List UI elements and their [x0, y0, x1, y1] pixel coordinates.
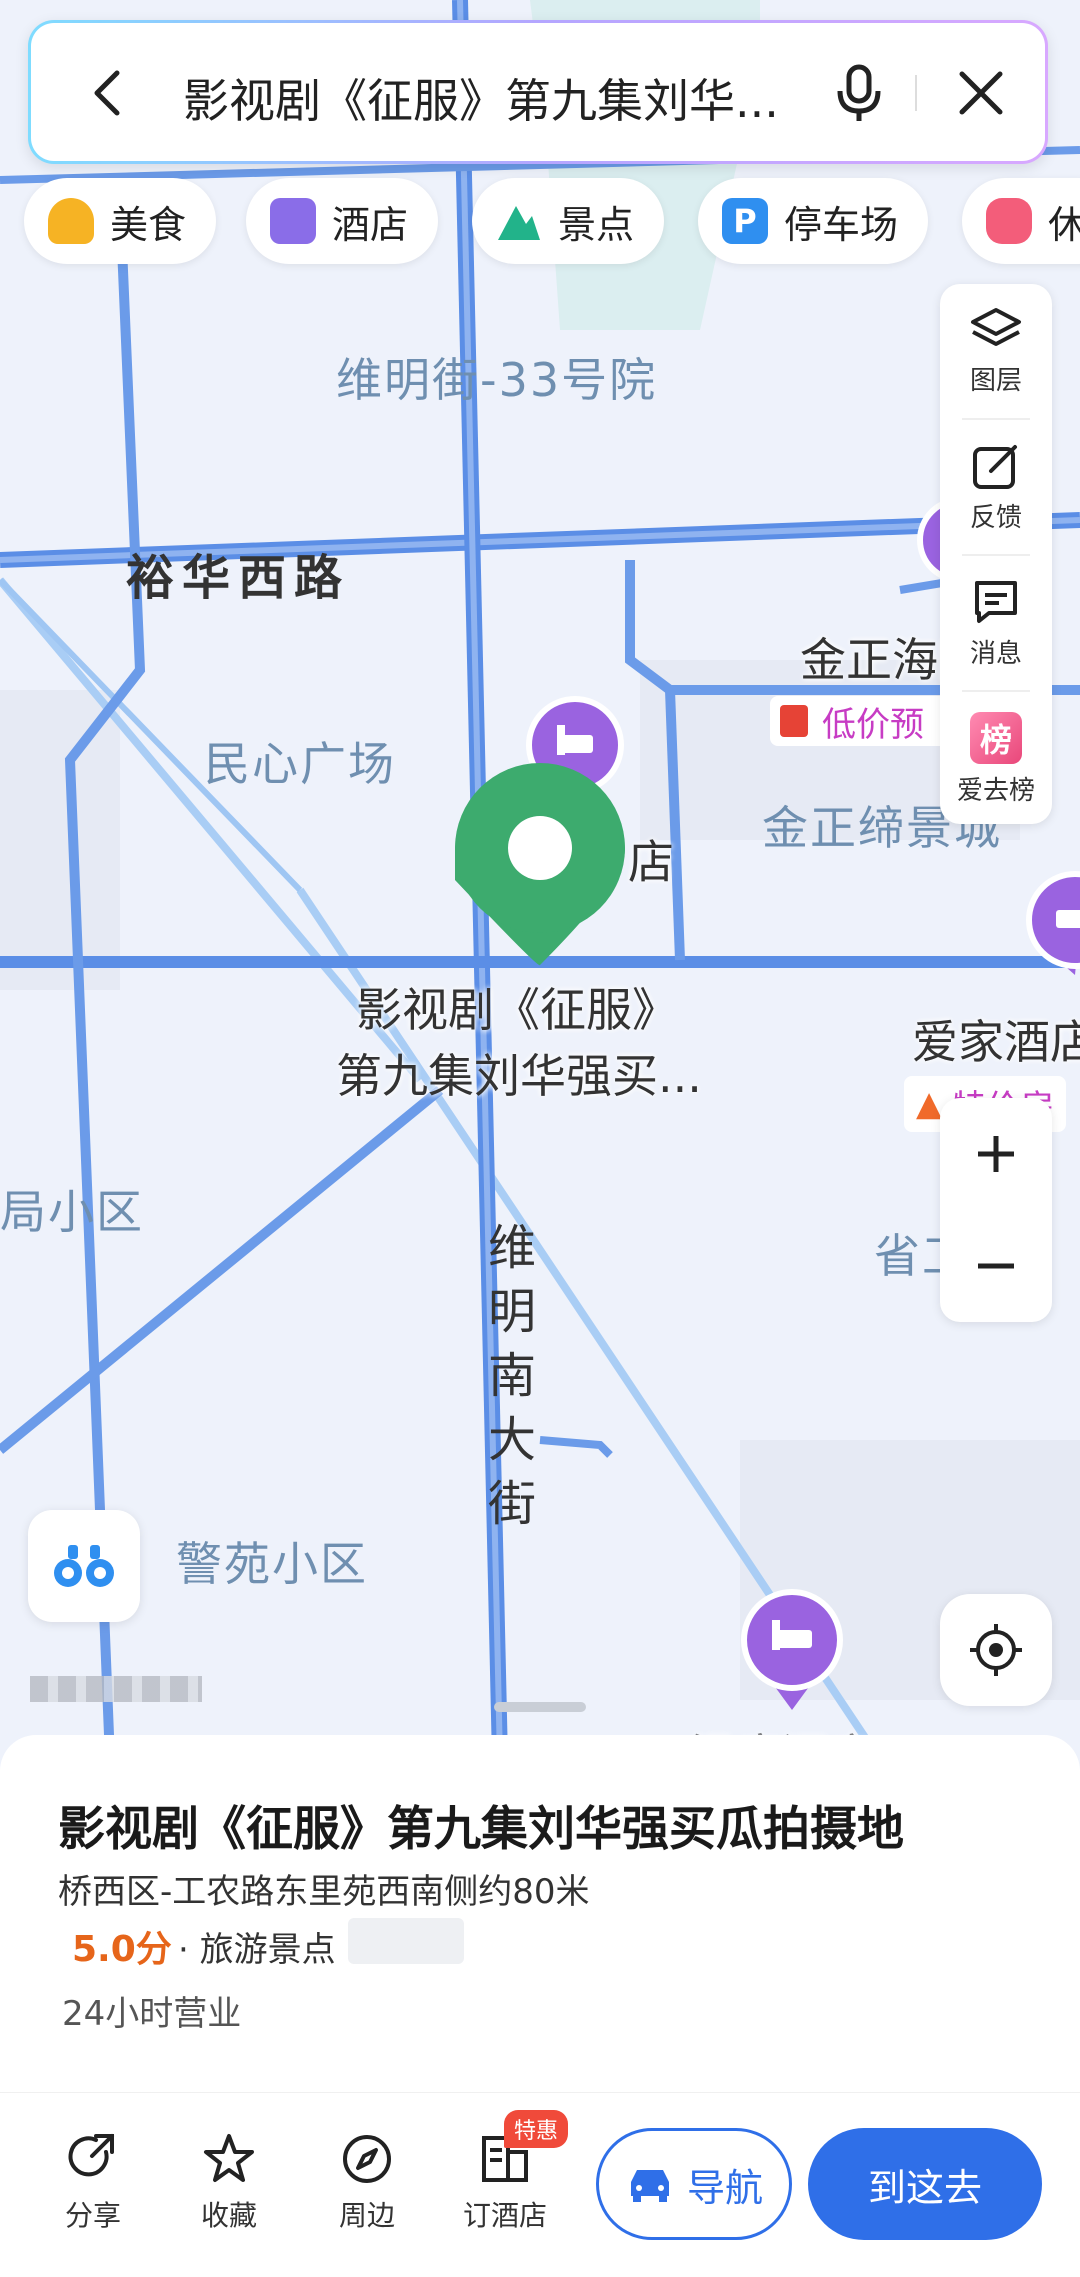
ranking-icon: 榜: [970, 711, 1022, 764]
minus-icon: [978, 1263, 1014, 1269]
search-query[interactable]: 影视剧《征服》第九集刘华...: [183, 65, 783, 131]
map-label-square: 民心广场: [204, 737, 396, 791]
go-here-button[interactable]: 到这去: [808, 2128, 1042, 2240]
food-icon: [48, 198, 94, 244]
close-icon: [959, 71, 1003, 115]
layers-button[interactable]: 图层: [940, 284, 1052, 418]
compass-icon: [343, 2135, 391, 2183]
place-title: 影视剧《征服》第九集刘华强买瓜拍摄地: [58, 1802, 904, 1857]
special-offer-badge: 特惠: [504, 2110, 569, 2148]
scenic-icon: [496, 198, 542, 244]
star-icon: [204, 2134, 254, 2182]
loading-placeholder: [348, 1918, 464, 1964]
chip-food[interactable]: 美食: [24, 178, 217, 264]
zoom-out-button[interactable]: [940, 1210, 1052, 1322]
hotel-icon: [270, 198, 316, 244]
place-rating: 5.0分: [72, 1929, 172, 1970]
chip-scenic[interactable]: 景点: [472, 178, 665, 264]
car-icon: [630, 2170, 669, 2202]
place-category: · 旅游景点: [178, 1930, 336, 1970]
layers-icon: [971, 307, 1021, 346]
divider: [915, 75, 917, 111]
red-envelope-icon: [780, 705, 808, 737]
chip-hotel[interactable]: 酒店: [246, 178, 439, 264]
close-button[interactable]: [943, 55, 1019, 131]
search-bar[interactable]: 影视剧《征服》第九集刘华...: [28, 20, 1048, 164]
ranking-button[interactable]: 榜 爱去榜: [940, 692, 1052, 826]
share-icon: [68, 2134, 114, 2177]
road-label-yuhua: 裕华西路: [126, 550, 351, 606]
message-icon: [975, 580, 1017, 623]
poi-label-hotel[interactable]: 店: [628, 826, 674, 892]
marker-name-line1: 影视剧《征服》: [356, 983, 678, 1037]
zoom-control: [940, 1098, 1052, 1322]
favorite-button[interactable]: 收藏: [174, 2132, 284, 2234]
edit-icon: [973, 444, 1017, 489]
feedback-button[interactable]: 反馈: [940, 420, 1052, 554]
road-label-weiming: 维明南大街: [488, 1220, 537, 1532]
chip-leisure[interactable]: 休: [962, 178, 1080, 264]
place-address: 桥西区-工农路东里苑西南侧约80米: [58, 1872, 590, 1912]
back-button[interactable]: [69, 55, 143, 131]
map-label-jingyuan: 警苑小区: [176, 1537, 368, 1591]
poi-label-aijia-hotel[interactable]: 爱家酒店: [912, 1006, 1080, 1072]
microphone-icon: [837, 64, 881, 121]
game-icon: [986, 198, 1032, 244]
nearby-button[interactable]: 周边: [312, 2132, 422, 2234]
locate-icon: [970, 1624, 1022, 1676]
share-button[interactable]: 分享: [38, 2132, 148, 2234]
zoom-in-button[interactable]: [940, 1098, 1052, 1210]
binoculars-icon: [54, 1545, 114, 1587]
messages-button[interactable]: 消息: [940, 556, 1052, 690]
map-label-yard: 维明街-33号院: [336, 353, 658, 407]
flame-icon: ▲: [916, 1084, 943, 1124]
sheet-handle[interactable]: [494, 1702, 586, 1712]
map-scale: [30, 1676, 202, 1702]
marker-name-line2: 第九集刘华强买...: [336, 1049, 702, 1103]
place-hours: 24小时营业: [62, 1994, 242, 2034]
map-tool-panel: 图层 反馈 消息 榜 爱去榜: [940, 284, 1052, 824]
chip-parking[interactable]: P 停车场: [698, 178, 929, 264]
locate-button[interactable]: [940, 1594, 1052, 1706]
map-label-community-left: 局小区: [0, 1185, 144, 1239]
voice-button[interactable]: [821, 55, 897, 131]
explore-button[interactable]: [28, 1510, 140, 1622]
back-arrow-icon: [94, 70, 120, 116]
parking-icon: P: [722, 198, 768, 244]
navigate-button[interactable]: 导航: [596, 2128, 792, 2240]
plus-icon: [978, 1136, 1014, 1172]
